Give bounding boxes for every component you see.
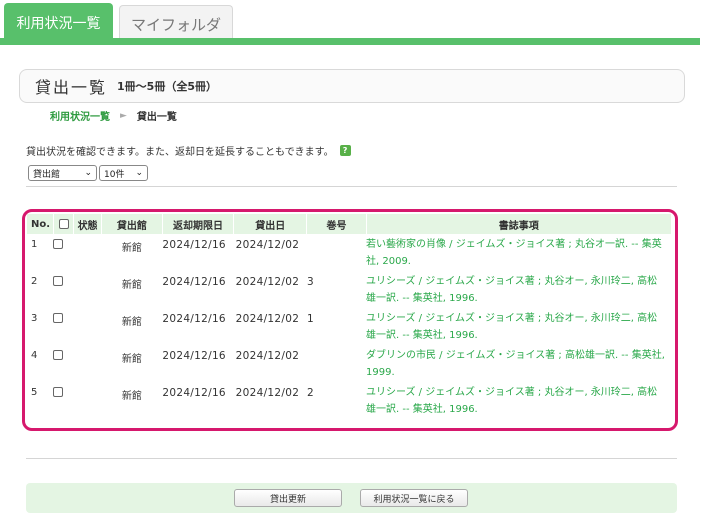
row-library: 新館 bbox=[121, 243, 142, 254]
library-select[interactable]: 貸出館 ⌄ bbox=[28, 165, 97, 181]
breadcrumb: 利用状況一覧 ► 貸出一覧 bbox=[50, 108, 177, 124]
filter-bar: 貸出館 ⌄ 10件 ⌄ bbox=[28, 165, 148, 181]
col-no: No. bbox=[27, 214, 54, 234]
row-no: 1 bbox=[31, 239, 38, 250]
row-no: 4 bbox=[31, 350, 38, 361]
action-bar: 貸出更新 利用状況一覧に戻る bbox=[26, 483, 677, 513]
breadcrumb-current: 貸出一覧 bbox=[136, 112, 177, 123]
row-book-link[interactable]: 若い藝術家の肖像 / ジェイムズ・ジョイス著 ; 丸谷オ一訳. -- 集英社, … bbox=[366, 234, 672, 271]
tab-usage-list[interactable]: 利用状況一覧 bbox=[4, 3, 113, 43]
row-library: 新館 bbox=[121, 317, 142, 328]
row-library: 新館 bbox=[121, 391, 142, 402]
row-book-link[interactable]: ユリシーズ / ジェイムズ・ジョイス著 ; 丸谷オー, 永川玲二, 高松雄一訳.… bbox=[366, 271, 672, 308]
table-row: 2 新館 2024/12/16 2024/12/02 3 ユリシーズ / ジェイ… bbox=[27, 271, 672, 308]
col-lend-date: 貸出日 bbox=[233, 214, 308, 234]
row-checkbox[interactable] bbox=[53, 350, 64, 360]
tab-underline bbox=[0, 38, 700, 45]
row-checkbox[interactable] bbox=[53, 313, 64, 323]
row-lend-date: 2024/12/02 bbox=[235, 239, 300, 251]
row-status bbox=[74, 271, 101, 308]
row-library: 新館 bbox=[121, 280, 142, 291]
row-checkbox[interactable] bbox=[53, 387, 64, 397]
table-row: 1 新館 2024/12/16 2024/12/02 若い藝術家の肖像 / ジェ… bbox=[27, 234, 672, 271]
row-checkbox-cell bbox=[53, 308, 73, 345]
help-icon[interactable]: ? bbox=[339, 145, 351, 156]
breadcrumb-usage-list-link[interactable]: 利用状況一覧 bbox=[50, 108, 110, 123]
page-title-panel: 貸出一覧 1冊～5冊（全5冊） bbox=[19, 69, 685, 103]
row-due-date: 2024/12/16 bbox=[162, 387, 226, 399]
col-status: 状態 bbox=[73, 214, 102, 234]
table-row: 3 新館 2024/12/16 2024/12/02 1 ユリシーズ / ジェイ… bbox=[27, 308, 672, 345]
row-book-link[interactable]: ユリシーズ / ジェイムズ・ジョイス著 ; 丸谷オー, 永川玲二, 高松雄一訳.… bbox=[366, 308, 672, 345]
chevron-down-icon: ⌄ bbox=[84, 168, 92, 178]
row-status bbox=[74, 382, 101, 419]
row-volume: 1 bbox=[306, 313, 314, 325]
row-lend-date: 2024/12/02 bbox=[235, 276, 300, 288]
row-checkbox[interactable] bbox=[53, 276, 64, 286]
row-no: 3 bbox=[31, 313, 38, 324]
row-volume bbox=[307, 234, 366, 271]
divider bbox=[26, 458, 677, 459]
row-due-date: 2024/12/16 bbox=[162, 313, 226, 325]
row-checkbox[interactable] bbox=[53, 239, 64, 249]
row-book-link[interactable]: ユリシーズ / ジェイムズ・ジョイス著 ; 丸谷オー, 永川玲二, 高松雄一訳.… bbox=[366, 382, 672, 419]
row-no: 5 bbox=[31, 387, 38, 398]
row-book-link[interactable]: ダブリンの市民 / ジェイムズ・ジョイス著 ; 高松雄一訳. -- 集英社, 1… bbox=[366, 345, 672, 382]
row-status bbox=[74, 234, 101, 271]
description: 貸出状況を確認できます。また、返却日を延長することもできます。 ? bbox=[26, 143, 351, 158]
row-checkbox-cell bbox=[53, 382, 73, 419]
row-no: 2 bbox=[31, 276, 38, 287]
row-status bbox=[74, 345, 101, 382]
renew-button[interactable]: 貸出更新 bbox=[234, 489, 342, 507]
row-checkbox-cell bbox=[53, 234, 73, 271]
row-volume: 3 bbox=[306, 276, 314, 288]
row-lend-date: 2024/12/02 bbox=[235, 313, 300, 325]
breadcrumb-arrow-icon: ► bbox=[120, 110, 127, 121]
row-volume bbox=[307, 345, 366, 382]
table-row: 4 新館 2024/12/16 2024/12/02 ダブリンの市民 / ジェイ… bbox=[27, 345, 672, 382]
row-checkbox-cell bbox=[53, 271, 73, 308]
row-volume: 2 bbox=[306, 387, 314, 399]
tab-bar: 利用状況一覧 マイフォルダ bbox=[4, 3, 233, 43]
per-page-select[interactable]: 10件 ⌄ bbox=[99, 165, 148, 181]
loan-table: No. 状態 貸出館 返却期限日 貸出日 巻号 書誌事項 1 新館 2024/1… bbox=[27, 214, 672, 419]
row-checkbox-cell bbox=[53, 345, 73, 382]
library-select-value: 貸出館 bbox=[33, 169, 61, 180]
row-status bbox=[74, 308, 101, 345]
item-count: 1冊～5冊（全5冊） bbox=[117, 80, 217, 93]
col-library: 貸出館 bbox=[101, 214, 163, 234]
col-volume: 巻号 bbox=[306, 214, 367, 234]
row-library: 新館 bbox=[121, 354, 142, 365]
page-title: 貸出一覧 bbox=[35, 78, 108, 97]
row-lend-date: 2024/12/02 bbox=[235, 350, 300, 362]
per-page-select-value: 10件 bbox=[104, 169, 125, 180]
row-due-date: 2024/12/16 bbox=[162, 239, 226, 251]
col-select-all bbox=[53, 214, 75, 234]
col-bibliography: 書誌事項 bbox=[366, 214, 672, 234]
row-due-date: 2024/12/16 bbox=[162, 276, 226, 288]
table-header-row: No. 状態 貸出館 返却期限日 貸出日 巻号 書誌事項 bbox=[27, 214, 672, 234]
row-due-date: 2024/12/16 bbox=[162, 350, 226, 362]
table-row: 5 新館 2024/12/16 2024/12/02 2 ユリシーズ / ジェイ… bbox=[27, 382, 672, 419]
divider bbox=[26, 186, 677, 187]
back-to-usage-list-button[interactable]: 利用状況一覧に戻る bbox=[360, 489, 468, 507]
col-due-date: 返却期限日 bbox=[162, 214, 235, 234]
select-all-checkbox[interactable] bbox=[58, 218, 69, 229]
chevron-down-icon: ⌄ bbox=[135, 168, 143, 178]
row-lend-date: 2024/12/02 bbox=[235, 387, 300, 399]
description-text: 貸出状況を確認できます。また、返却日を延長することもできます。 bbox=[26, 147, 334, 158]
